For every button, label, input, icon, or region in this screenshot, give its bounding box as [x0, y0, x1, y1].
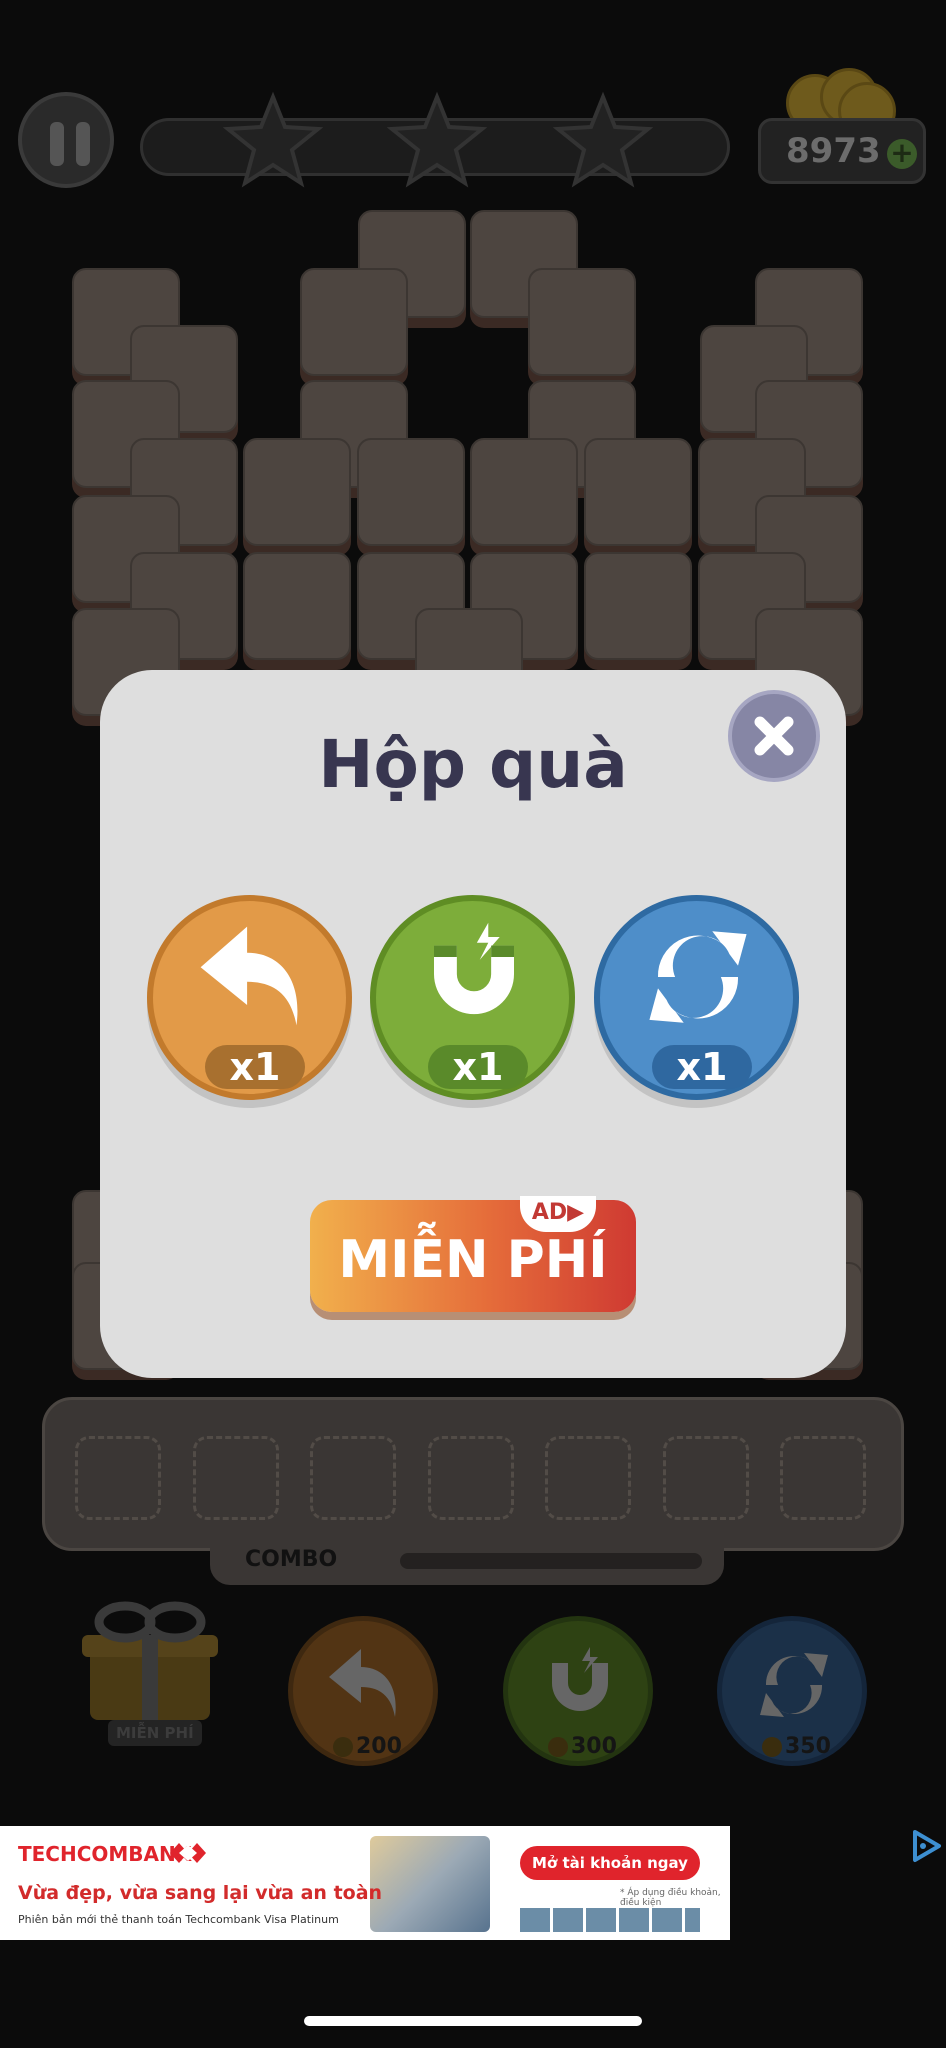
card-promo-image [370, 1836, 490, 1932]
add-coins-button[interactable]: + [887, 139, 917, 169]
combo-meter: COMBO [210, 1535, 724, 1585]
tile[interactable] [584, 552, 692, 660]
undo-powerup-button[interactable]: 200 [288, 1616, 438, 1766]
free-button-label: MIỄN PHÍ [338, 1230, 608, 1290]
tray-slot [310, 1436, 396, 1520]
ad-cta-button[interactable]: Mở tài khoản ngay [520, 1846, 700, 1880]
magnet-icon [552, 1647, 608, 1711]
banner-ad[interactable]: TECHCOMBANK Vừa đẹp, vừa sang lại vừa an… [0, 1826, 730, 1940]
tile-tray [42, 1397, 904, 1551]
combo-label: COMBO [245, 1547, 338, 1572]
gift-magnet-item[interactable]: x1 [370, 895, 575, 1100]
ad-subtext: Phiên bản mới thẻ thanh toán Techcombank… [18, 1913, 339, 1926]
shuffle-icon [760, 1653, 828, 1717]
shuffle-icon [649, 931, 747, 1023]
tile[interactable] [300, 268, 408, 376]
tray-slot [663, 1436, 749, 1520]
coin-icon [762, 1737, 782, 1757]
coin-count: 8973 [786, 131, 881, 171]
coin-balance: 8973 + [758, 118, 926, 184]
shuffle-price: 350 [785, 1734, 831, 1759]
tray-slot [75, 1436, 161, 1520]
star-icon [223, 91, 323, 188]
gift-label: MIỄN PHÍ [108, 1720, 202, 1746]
tile[interactable] [584, 438, 692, 546]
combo-progress-bar [400, 1553, 702, 1569]
tray-slot [545, 1436, 631, 1520]
gift-shuffle-item[interactable]: x1 [594, 895, 799, 1100]
magnet-icon [434, 922, 514, 1015]
ad-brand: TECHCOMBANK [18, 1842, 192, 1866]
magnet-price: 300 [571, 1734, 617, 1759]
coin-icon [333, 1737, 353, 1757]
tray-slot [193, 1436, 279, 1520]
gift-count: x1 [652, 1045, 752, 1089]
free-gift-button[interactable]: MIỄN PHÍ [70, 1600, 230, 1775]
techcombank-logo-icon [170, 1843, 206, 1863]
tile[interactable] [470, 438, 578, 546]
gift-box-icon [82, 1601, 218, 1720]
tile[interactable] [357, 438, 465, 546]
ad-headline: Vừa đẹp, vừa sang lại vừa an toàn [18, 1882, 383, 1904]
magnet-powerup-button[interactable]: 300 [503, 1616, 653, 1766]
undo-icon [200, 926, 298, 1026]
star-icon [553, 91, 653, 188]
close-button[interactable] [728, 690, 820, 782]
star-progress-bar [140, 91, 730, 188]
ad-note: * Áp dụng điều khoản, điều kiện [620, 1888, 721, 1908]
gift-count: x1 [205, 1045, 305, 1089]
tray-slot [780, 1436, 866, 1520]
undo-icon [329, 1649, 396, 1717]
shuffle-powerup-button[interactable]: 350 [717, 1616, 867, 1766]
tray-slot [428, 1436, 514, 1520]
tile[interactable] [243, 438, 351, 546]
tile[interactable] [243, 552, 351, 660]
gift-count: x1 [428, 1045, 528, 1089]
home-indicator[interactable] [304, 2016, 642, 2026]
tile[interactable] [528, 268, 636, 376]
close-icon [754, 716, 794, 756]
undo-price: 200 [356, 1734, 402, 1759]
gift-undo-item[interactable]: x1 [147, 895, 352, 1100]
coin-icon [548, 1737, 568, 1757]
claim-free-button[interactable]: MIỄN PHÍ AD▶ [310, 1196, 636, 1312]
pause-button[interactable] [18, 92, 114, 188]
ad-thumbnails [520, 1908, 700, 1932]
gift-box-dialog: Hộp quà x1 x1 x1 MIỄN PHÍ AD▶ [100, 670, 846, 1378]
star-icon [387, 91, 487, 188]
ad-choices-icon[interactable] [905, 1826, 945, 1866]
pause-icon [50, 122, 64, 166]
ad-badge: AD▶ [520, 1196, 596, 1232]
